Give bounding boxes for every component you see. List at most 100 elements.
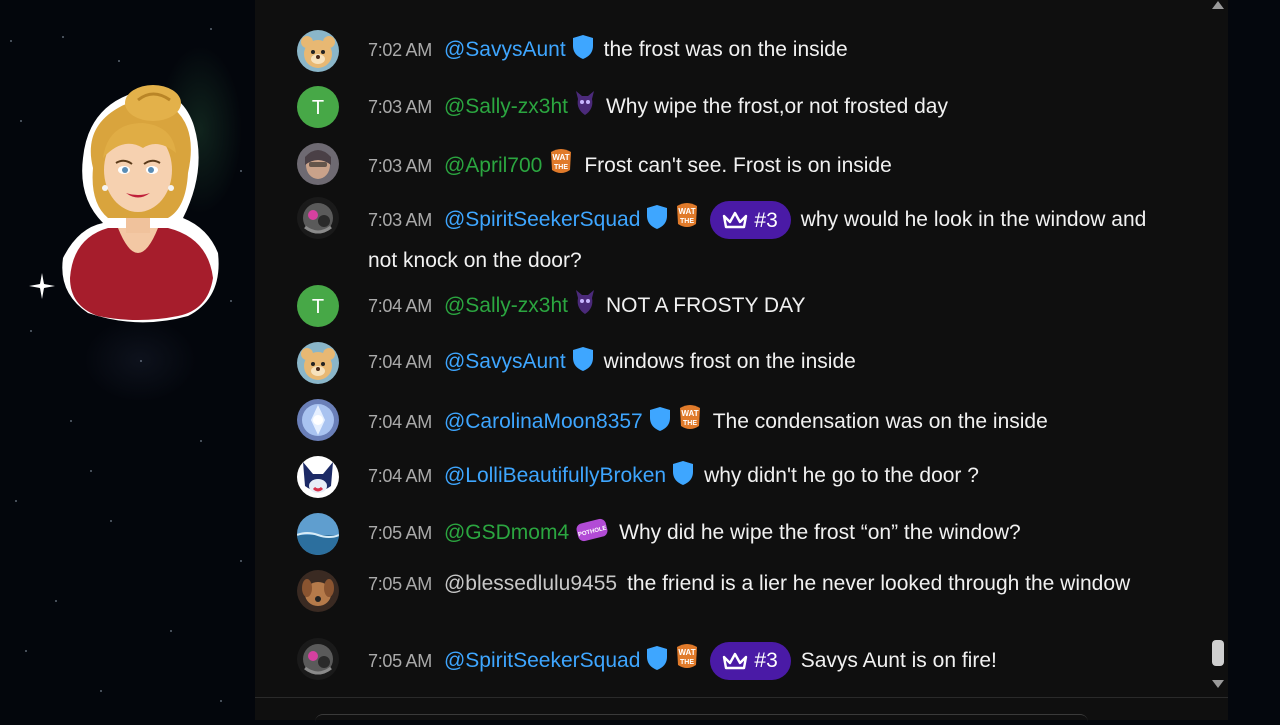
- star-dot: [210, 28, 212, 30]
- crystal-avatar[interactable]: [297, 399, 339, 441]
- chat-message-body: 7:04 AM @SavysAunt windows frost on the in…: [368, 345, 1148, 383]
- message-author[interactable]: @SavysAunt: [444, 38, 566, 61]
- sparkle-cursor-icon: [29, 273, 55, 299]
- message-timestamp: 7:03 AM: [368, 156, 432, 176]
- letter-avatar[interactable]: T: [297, 86, 339, 128]
- message-text: Frost can't see. Frost is on inside: [584, 154, 892, 177]
- chat-message-body: 7:03 AM @April700 WAT THE Frost can't see. F…: [368, 146, 1148, 187]
- live-chat-panel: 7:02 AM @SavysAunt the frost was on the in…: [255, 0, 1228, 720]
- moderator-shield-icon: [649, 406, 671, 443]
- star-dot: [220, 700, 222, 702]
- svg-text:THE: THE: [554, 164, 568, 171]
- crown-icon: [722, 651, 748, 671]
- message-author[interactable]: @LolliBeautifullyBroken: [444, 464, 666, 487]
- sea-avatar[interactable]: [297, 513, 339, 555]
- message-text: Savys Aunt is on fire!: [800, 649, 997, 672]
- message-text: The condensation was on the inside: [712, 410, 1048, 433]
- message-timestamp: 7:05 AM: [368, 574, 432, 594]
- photo-avatar[interactable]: [297, 143, 339, 185]
- svg-text:THE: THE: [683, 420, 697, 427]
- moderator-shield-icon: [572, 34, 594, 71]
- svg-text:WAT: WAT: [679, 207, 696, 216]
- message-author[interactable]: @Sally-zx3ht: [444, 294, 568, 317]
- letter-avatar[interactable]: T: [297, 285, 339, 327]
- message-timestamp: 7:03 AM: [368, 210, 432, 230]
- member-wat-badge-icon: WAT THE: [677, 402, 703, 443]
- star-dot: [240, 170, 242, 172]
- message-text: why didn't he go to the door ?: [704, 464, 979, 487]
- message-timestamp: 7:04 AM: [368, 466, 432, 486]
- chat-message-body: 7:03 AM @Sally-zx3ht Why wipe the frost,or…: [368, 89, 1148, 128]
- chat-scrollbar-thumb[interactable]: [1212, 640, 1224, 666]
- rank-label: #3: [754, 649, 778, 673]
- star-dot: [100, 690, 102, 692]
- message-timestamp: 7:04 AM: [368, 352, 432, 372]
- message-author[interactable]: @SavysAunt: [444, 350, 566, 373]
- star-dot: [20, 120, 22, 122]
- star-dot: [170, 630, 172, 632]
- moderator-shield-icon: [646, 204, 668, 242]
- star-dot: [140, 360, 142, 362]
- message-text: Why did he wipe the frost “on” the windo…: [619, 521, 1021, 544]
- svg-text:WAT: WAT: [681, 409, 698, 418]
- chat-message-body: 7:05 AM @GSDmom4 POTHOLE Why did he wipe th…: [368, 516, 1148, 554]
- chat-divider: [255, 697, 1228, 698]
- message-text: NOT A FROSTY DAY: [605, 294, 806, 317]
- chat-message-body: 7:04 AM @Sally-zx3ht NOT A FROSTY DAY: [368, 288, 1148, 327]
- message-author[interactable]: @SpiritSeekerSquad: [444, 649, 640, 672]
- message-text: Why wipe the frost,or not frosted day: [605, 95, 948, 118]
- member-wat-badge-icon: WAT THE: [548, 146, 574, 187]
- message-author[interactable]: @blessedlulu9455: [444, 572, 617, 595]
- scroll-up-arrow-icon[interactable]: [1211, 0, 1225, 10]
- star-dot: [240, 560, 242, 562]
- spirit-avatar[interactable]: [297, 638, 339, 680]
- spirit-avatar[interactable]: [297, 197, 339, 239]
- message-author[interactable]: @Sally-zx3ht: [444, 95, 568, 118]
- member-creature-badge-icon: [574, 288, 596, 327]
- bear-avatar[interactable]: [297, 342, 339, 384]
- rank-chip[interactable]: #3: [710, 642, 791, 681]
- member-pothole-badge-icon: POTHOLE: [575, 517, 609, 554]
- star-dot: [230, 300, 232, 302]
- wolf-avatar[interactable]: [297, 456, 339, 498]
- moderator-shield-icon: [572, 346, 594, 383]
- message-author[interactable]: @CarolinaMoon8357: [444, 410, 643, 433]
- message-timestamp: 7:05 AM: [368, 651, 432, 671]
- member-creature-badge-icon: [574, 89, 596, 128]
- chat-message-body: 7:05 AM @SpiritSeekerSquad WAT THE #3 Savys A…: [368, 641, 1148, 682]
- star-dot: [118, 60, 120, 62]
- svg-text:T: T: [312, 97, 324, 119]
- member-wat-badge-icon: WAT THE: [674, 641, 700, 682]
- rank-chip[interactable]: #3: [710, 201, 791, 240]
- star-dot: [25, 650, 27, 652]
- message-timestamp: 7:04 AM: [368, 296, 432, 316]
- star-dot: [62, 36, 64, 38]
- message-timestamp: 7:03 AM: [368, 97, 432, 117]
- star-dot: [200, 440, 202, 442]
- chat-message-body: 7:03 AM @SpiritSeekerSquad WAT THE #3 why wou…: [368, 200, 1148, 279]
- moderator-shield-icon: [672, 460, 694, 497]
- svg-text:WAT: WAT: [679, 648, 696, 657]
- message-timestamp: 7:02 AM: [368, 40, 432, 60]
- message-text: the friend is a lier he never looked thr…: [627, 572, 1131, 595]
- streamer-cartoon-avatar: [48, 78, 228, 328]
- svg-text:WAT: WAT: [553, 153, 570, 162]
- message-author[interactable]: @GSDmom4: [444, 521, 569, 544]
- chat-message-body: 7:02 AM @SavysAunt the frost was on the in…: [368, 33, 1148, 71]
- message-author[interactable]: @SpiritSeekerSquad: [444, 208, 640, 231]
- star-dot: [110, 520, 112, 522]
- svg-text:THE: THE: [680, 659, 694, 666]
- star-dot: [90, 470, 92, 472]
- svg-text:THE: THE: [680, 218, 694, 225]
- right-background-strip: [1228, 0, 1280, 720]
- star-dot: [70, 420, 72, 422]
- crown-icon: [722, 210, 748, 230]
- message-text: the frost was on the inside: [603, 38, 848, 61]
- bear-avatar[interactable]: [297, 30, 339, 72]
- svg-text:T: T: [312, 296, 324, 318]
- star-dot: [10, 40, 12, 42]
- message-author[interactable]: @April700: [444, 154, 542, 177]
- chat-message-body: 7:04 AM @CarolinaMoon8357 WAT THE The conden…: [368, 402, 1148, 443]
- scroll-down-arrow-icon[interactable]: [1211, 679, 1225, 689]
- dog-avatar[interactable]: [297, 570, 339, 612]
